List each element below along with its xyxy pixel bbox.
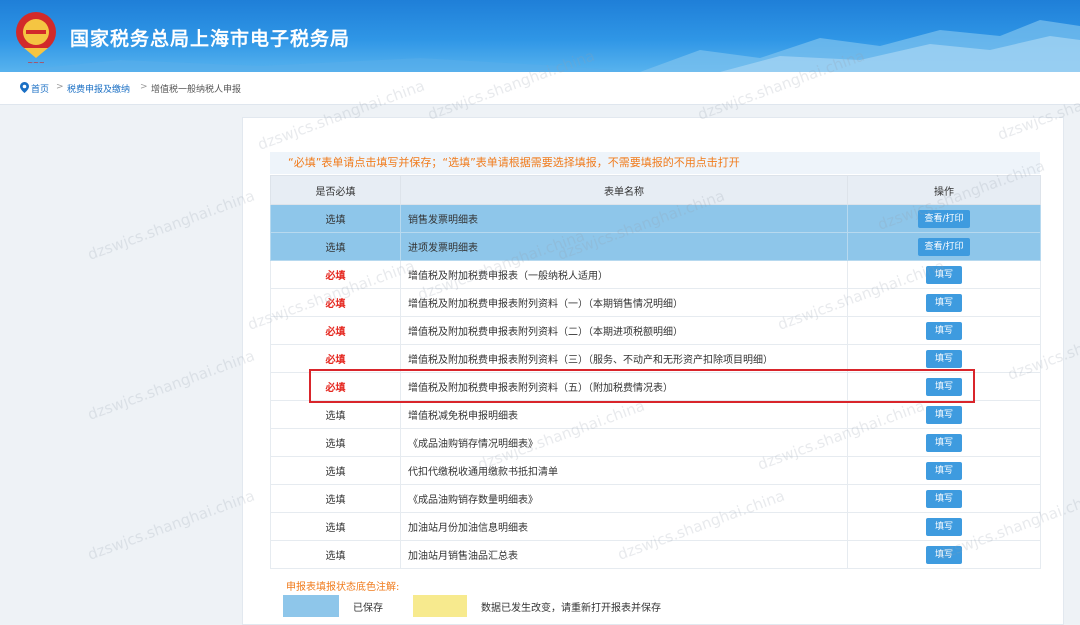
- action-cell: 填写: [847, 316, 1041, 345]
- table-row: 选填 进项发票明细表 查看/打印: [270, 232, 1041, 261]
- fill-button[interactable]: 填写: [925, 489, 962, 508]
- table-row: 选填 《成品油购销存情况明细表》 填写: [270, 428, 1041, 457]
- fill-button[interactable]: 填写: [925, 517, 962, 536]
- required-label: 必填: [325, 355, 346, 366]
- form-name-cell: 加油站月份加油信息明细表: [400, 512, 848, 541]
- required-cell: 选填: [270, 512, 401, 541]
- watermark-text: dzswjcs.shanghai.china: [85, 347, 257, 424]
- site-title: 国家税务总局上海市电子税务局: [70, 28, 351, 50]
- header-action: 操作: [847, 175, 1041, 205]
- required-label: 选填: [325, 523, 346, 534]
- table-row: 必填 增值税及附加税费申报表（一般纳税人适用） 填写: [270, 260, 1041, 289]
- legend-saved-label: 已保存: [353, 603, 383, 614]
- required-label: 必填: [325, 327, 346, 338]
- required-label: 选填: [325, 495, 346, 506]
- action-cell: 填写: [847, 512, 1041, 541]
- legend-saved-swatch: [283, 595, 339, 617]
- table-row: 选填 《成品油购销存数量明细表》 填写: [270, 484, 1041, 513]
- header-form-name: 表单名称: [400, 175, 848, 205]
- form-name-cell: 销售发票明细表: [400, 204, 848, 233]
- action-cell: 填写: [847, 456, 1041, 485]
- action-cell: 填写: [847, 400, 1041, 429]
- table-row: 必填 增值税及附加税费申报表附列资料（一）（本期销售情况明细） 填写: [270, 288, 1041, 317]
- required-label: 选填: [325, 215, 346, 226]
- required-cell: 选填: [270, 232, 401, 261]
- legend-title: 申报表填报状态底色注解:: [286, 582, 400, 593]
- required-cell: 选填: [270, 204, 401, 233]
- table-row: 选填 增值税减免税申报明细表 填写: [270, 400, 1041, 429]
- fill-button[interactable]: 填写: [925, 293, 962, 312]
- form-name-cell: 进项发票明细表: [400, 232, 848, 261]
- required-cell: 选填: [270, 484, 401, 513]
- highlight-box: [309, 369, 975, 403]
- legend-changed-label: 数据已发生改变，请重新打开报表并保存: [481, 603, 661, 614]
- action-cell: 查看/打印: [847, 232, 1041, 261]
- required-label: 选填: [325, 551, 346, 562]
- required-cell: 必填: [270, 316, 401, 345]
- required-label: 选填: [325, 411, 346, 422]
- location-pin-icon: [20, 82, 29, 93]
- notice-bar: “必填”表单请点击填写并保存；“选填”表单请根据需要选择填报，不需要填报的不用点…: [270, 152, 1040, 174]
- tax-emblem-icon: ~~~: [16, 12, 56, 66]
- view-print-button[interactable]: 查看/打印: [918, 237, 970, 256]
- action-cell: 填写: [847, 260, 1041, 289]
- form-name-cell: 增值税及附加税费申报表（一般纳税人适用）: [400, 260, 848, 289]
- form-name-cell: 《成品油购销存数量明细表》: [400, 484, 848, 513]
- fill-button[interactable]: 填写: [925, 405, 962, 424]
- action-cell: 填写: [847, 288, 1041, 317]
- svg-text:~~~: ~~~: [27, 59, 45, 66]
- required-cell: 选填: [270, 540, 401, 569]
- form-name-cell: 增值税及附加税费申报表附列资料（二）（本期进项税额明细）: [400, 316, 848, 345]
- fill-button[interactable]: 填写: [925, 321, 962, 340]
- required-cell: 选填: [270, 428, 401, 457]
- watermark-text: dzswjcs.shanghai.china: [85, 487, 257, 564]
- required-label: 必填: [325, 299, 346, 310]
- breadcrumb-separator: >: [140, 82, 148, 92]
- view-print-button[interactable]: 查看/打印: [918, 209, 970, 228]
- required-cell: 必填: [270, 260, 401, 289]
- required-label: 选填: [325, 439, 346, 450]
- fill-button[interactable]: 填写: [925, 545, 962, 564]
- breadcrumb-current: 增值税一般纳税人申报: [151, 85, 242, 95]
- legend-changed-swatch: [413, 595, 467, 617]
- required-cell: 选填: [270, 400, 401, 429]
- required-cell: 必填: [270, 288, 401, 317]
- breadcrumb-tax-filing[interactable]: 税费申报及缴纳: [67, 82, 130, 95]
- form-name-cell: 代扣代缴税收通用缴款书抵扣清单: [400, 456, 848, 485]
- action-cell: 查看/打印: [847, 204, 1041, 233]
- form-name-cell: 《成品油购销存情况明细表》: [400, 428, 848, 457]
- required-cell: 选填: [270, 456, 401, 485]
- form-name-cell: 加油站月销售油品汇总表: [400, 540, 848, 569]
- table-row: 选填 加油站月份加油信息明细表 填写: [270, 512, 1041, 541]
- table-row: 必填 增值税及附加税费申报表附列资料（二）（本期进项税额明细） 填写: [270, 316, 1041, 345]
- breadcrumb: 首页 > 税费申报及缴纳 > 增值税一般纳税人申报: [0, 72, 1080, 105]
- required-label: 选填: [325, 467, 346, 478]
- fill-button[interactable]: 填写: [925, 461, 962, 480]
- table-row: 选填 代扣代缴税收通用缴款书抵扣清单 填写: [270, 456, 1041, 485]
- required-label: 必填: [325, 271, 346, 282]
- form-name-cell: 增值税及附加税费申报表附列资料（一）（本期销售情况明细）: [400, 288, 848, 317]
- fill-button[interactable]: 填写: [925, 265, 962, 284]
- table-row: 选填 销售发票明细表 查看/打印: [270, 204, 1041, 233]
- watermark-text: dzswjcs.shanghai.china: [85, 187, 257, 264]
- action-cell: 填写: [847, 484, 1041, 513]
- form-name-cell: 增值税减免税申报明细表: [400, 400, 848, 429]
- notice-text: “必填”表单请点击填写并保存；“选填”表单请根据需要选择填报，不需要填报的不用点…: [288, 156, 740, 169]
- action-cell: 填写: [847, 428, 1041, 457]
- fill-button[interactable]: 填写: [925, 349, 962, 368]
- header-required: 是否必填: [270, 175, 401, 205]
- table-row: 选填 加油站月销售油品汇总表 填写: [270, 540, 1041, 569]
- breadcrumb-home[interactable]: 首页: [31, 82, 49, 95]
- action-cell: 填写: [847, 540, 1041, 569]
- table-header-row: 是否必填 表单名称 操作: [270, 175, 1041, 205]
- breadcrumb-separator: >: [56, 82, 64, 92]
- site-header: ~~~ 国家税务总局上海市电子税务局: [0, 0, 1080, 72]
- fill-button[interactable]: 填写: [925, 433, 962, 452]
- required-label: 选填: [325, 243, 346, 254]
